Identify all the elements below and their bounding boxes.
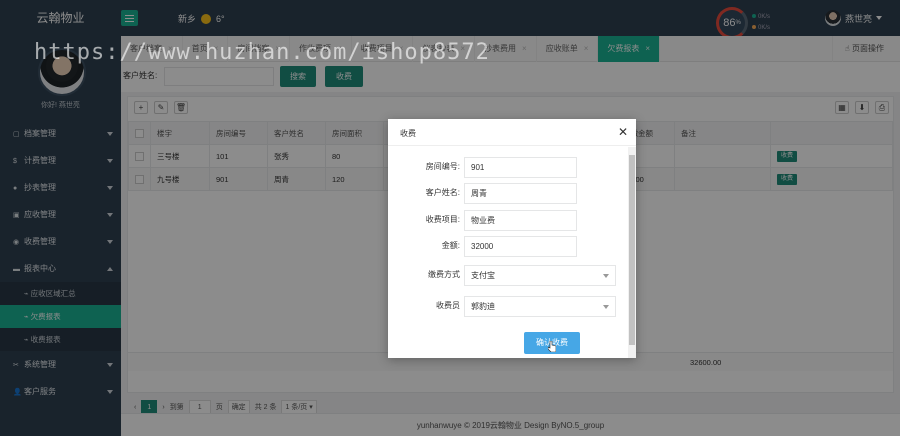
hand-cursor-icon — [548, 341, 556, 352]
charge-item-field[interactable]: 物业费 — [464, 210, 577, 231]
pay-method-select[interactable]: 支付宝 — [464, 265, 616, 286]
collector-label: 收费员 — [436, 301, 460, 310]
collect-fee-dialog: 收费 ✕ 房间编号: 901 客户姓名: 周青 收费项目: 物业费 金额: 32… — [388, 119, 636, 358]
dialog-body: 房间编号: 901 客户姓名: 周青 收费项目: 物业费 金额: 32000 缴… — [388, 147, 628, 358]
amount-field[interactable]: 32000 — [464, 236, 577, 257]
pay-method-label: 缴费方式 — [428, 270, 460, 279]
customer-name-field[interactable]: 周青 — [464, 183, 577, 204]
dialog-title: 收费 — [400, 129, 416, 138]
amount-label: 金额: — [441, 241, 460, 250]
chevron-down-icon — [603, 305, 609, 309]
pay-method-value: 支付宝 — [471, 271, 495, 280]
charge-item-label: 收费项目: — [425, 215, 460, 224]
dialog-scrollbar[interactable] — [628, 147, 636, 358]
collector-select[interactable]: 郭豹迪 — [464, 296, 616, 317]
dialog-header: 收费 ✕ — [388, 119, 636, 146]
chevron-down-icon — [603, 274, 609, 278]
confirm-collect-button[interactable]: 确认收费 — [524, 332, 580, 354]
room-number-label: 房间编号: — [425, 162, 460, 171]
collector-value: 郭豹迪 — [471, 302, 495, 311]
close-icon[interactable]: ✕ — [618, 125, 628, 139]
customer-name-label: 客户姓名: — [425, 188, 460, 197]
scroll-thumb[interactable] — [629, 155, 635, 345]
room-number-field[interactable]: 901 — [464, 157, 577, 178]
